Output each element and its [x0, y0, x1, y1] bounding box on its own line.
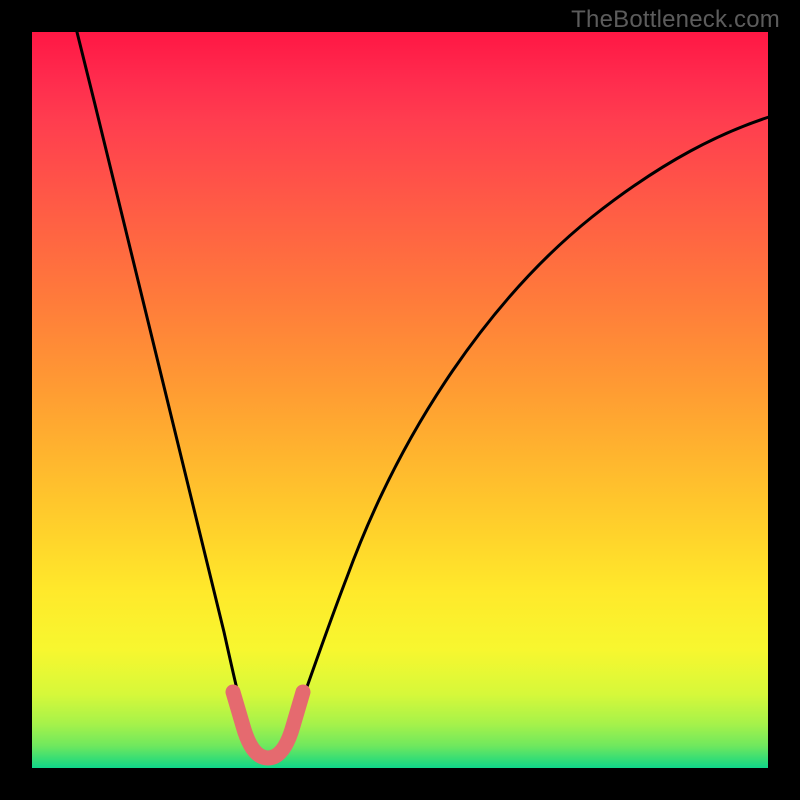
plot-area	[32, 32, 768, 768]
bottleneck-curve	[72, 12, 772, 763]
trough-marker	[233, 692, 303, 758]
curve-layer	[32, 32, 768, 768]
watermark-text: TheBottleneck.com	[571, 6, 780, 34]
chart-frame: TheBottleneck.com	[0, 0, 800, 800]
